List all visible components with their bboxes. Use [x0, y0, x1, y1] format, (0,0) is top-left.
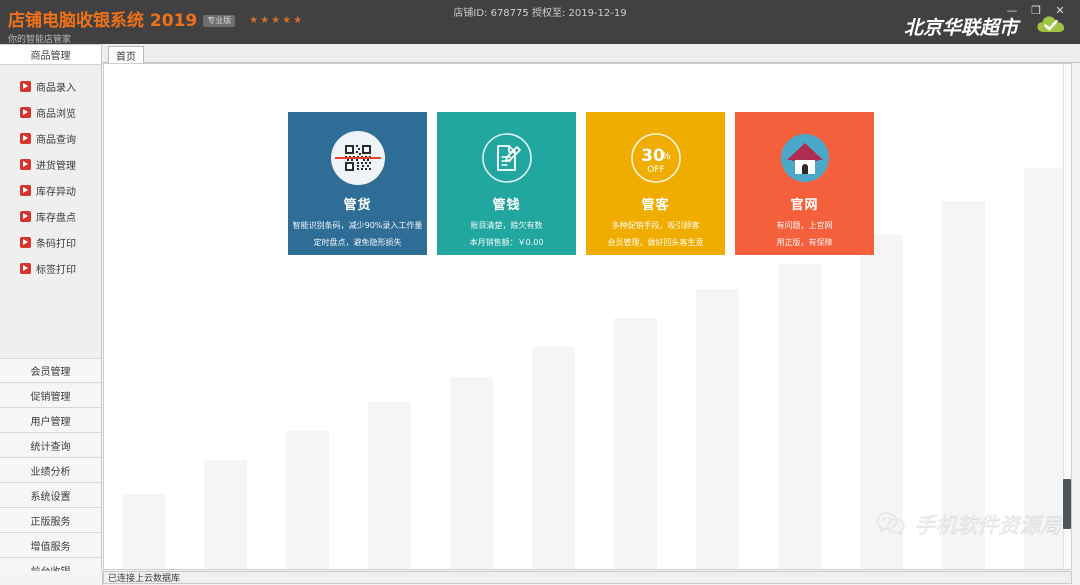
svg-text:OFF: OFF: [647, 165, 664, 175]
card-manage-money[interactable]: 管钱 账目清楚，赊欠有数 本月销售额：￥0.00: [437, 112, 576, 255]
red-arrow-icon: [20, 158, 31, 170]
card-desc-line2: 本月销售额：￥0.00: [469, 238, 544, 247]
sidebar-item-product-entry[interactable]: 商品录入: [0, 73, 101, 99]
status-bar: 已连接上云数据库: [103, 571, 1072, 584]
red-arrow-icon: [20, 132, 31, 144]
card-manage-goods[interactable]: 管货 智能识别条码，减少90%录入工作量 定时盘点，避免隐形损失: [288, 112, 427, 255]
chart-bar: [696, 289, 739, 569]
sidebar-group-body: 商品录入 商品浏览 商品查询 进货管理 库存异动 库存盘点 条码打印 标签打印: [0, 65, 101, 358]
sidebar: 商品管理 商品录入 商品浏览 商品查询 进货管理 库存异动 库存盘点 条码打印 …: [0, 44, 102, 585]
minimize-button[interactable]: —: [1000, 2, 1024, 18]
card-desc-line1: 多种促销手段，吸引顾客: [611, 221, 700, 230]
red-arrow-icon: [20, 210, 31, 222]
card-title: 管钱: [492, 198, 521, 213]
sidebar-item-label: 商品查询: [36, 134, 76, 146]
card-desc-line1: 智能识别条码，减少90%录入工作量: [292, 221, 423, 230]
sidebar-item-label: 商品浏览: [36, 108, 76, 120]
application-window: 店铺电脑收银系统 2019 专业版 ★★★★★ 你的智能店管家 店铺ID: 67…: [0, 0, 1080, 585]
sidebar-item-label: 商品录入: [36, 82, 76, 94]
sidebar-item-promotion-management[interactable]: 促销管理: [0, 383, 101, 408]
card-title: 管客: [641, 198, 670, 213]
sidebar-item-product-search[interactable]: 商品查询: [0, 125, 101, 151]
card-desc-line1: 有问题，上官网: [776, 221, 833, 230]
sidebar-nav-buttons: 会员管理 促销管理 用户管理 统计查询 业绩分析 系统设置 正版服务 增值服务 …: [0, 358, 101, 583]
chart-bar: [122, 494, 165, 569]
sidebar-item-value-added-service[interactable]: 增值服务: [0, 533, 101, 558]
sidebar-item-label-print[interactable]: 标签打印: [0, 255, 101, 281]
card-official-website[interactable]: 官网 有问题，上官网 用正版，有保障: [735, 112, 874, 255]
discount-30-off-icon: 30 % OFF: [628, 130, 684, 186]
sidebar-item-stock-count[interactable]: 库存盘点: [0, 203, 101, 229]
sidebar-item-label: 库存盘点: [36, 212, 76, 224]
card-desc-line2: 用正版，有保障: [776, 238, 833, 247]
red-arrow-icon: [20, 236, 31, 248]
sidebar-item-performance-analysis[interactable]: 业绩分析: [0, 458, 101, 483]
status-bar-corner: [0, 571, 103, 585]
qrcode-scan-icon: [330, 130, 386, 186]
home-house-icon: [777, 130, 833, 186]
sidebar-item-system-settings[interactable]: 系统设置: [0, 483, 101, 508]
vertical-scrollbar[interactable]: [1063, 64, 1071, 569]
card-desc-line2: 会员管理，做好回头客生意: [607, 238, 704, 247]
card-title: 管货: [343, 198, 372, 213]
status-bar-text: 已连接上云数据库: [108, 574, 181, 584]
tab-home[interactable]: 首页: [108, 46, 144, 63]
document-pen-icon: [479, 130, 535, 186]
sidebar-item-member-management[interactable]: 会员管理: [0, 358, 101, 383]
window-controls: — ❐ ✕: [1000, 2, 1072, 18]
main-content: 管货 智能识别条码，减少90%录入工作量 定时盘点，避免隐形损失 管钱 账目清楚…: [103, 63, 1072, 570]
chart-bar: [614, 318, 657, 569]
red-arrow-icon: [20, 262, 31, 274]
close-button[interactable]: ✕: [1048, 2, 1072, 18]
sidebar-item-product-browse[interactable]: 商品浏览: [0, 99, 101, 125]
sidebar-item-label: 库存异动: [36, 186, 76, 198]
chart-bar: [942, 201, 985, 569]
sidebar-item-label: 条码打印: [36, 238, 76, 250]
card-manage-customers[interactable]: 30 % OFF 管客 多种促销手段，吸引顾客 会员管理，做好回头客生意: [586, 112, 725, 255]
chart-bar: [532, 347, 575, 569]
red-arrow-icon: [20, 106, 31, 118]
scrollbar-thumb[interactable]: [1063, 479, 1071, 529]
maximize-button[interactable]: ❐: [1024, 2, 1048, 18]
card-desc-line2: 定时盘点，避免隐形损失: [313, 238, 402, 247]
sidebar-item-barcode-print[interactable]: 条码打印: [0, 229, 101, 255]
chart-bar: [368, 402, 411, 569]
sidebar-item-label: 进货管理: [36, 160, 76, 172]
sidebar-group-header[interactable]: 商品管理: [0, 44, 101, 65]
red-arrow-icon: [20, 80, 31, 92]
feature-cards: 管货 智能识别条码，减少90%录入工作量 定时盘点，避免隐形损失 管钱 账目清楚…: [288, 112, 874, 255]
sidebar-item-user-management[interactable]: 用户管理: [0, 408, 101, 433]
card-title: 官网: [790, 198, 819, 213]
chart-bar: [204, 460, 247, 569]
chart-bar: [1024, 168, 1067, 569]
chart-bar: [450, 377, 493, 569]
title-bar: 店铺电脑收银系统 2019 专业版 ★★★★★ 你的智能店管家 店铺ID: 67…: [0, 0, 1080, 45]
card-desc-line1: 账目清楚，赊欠有数: [470, 221, 543, 230]
sidebar-item-stock-change[interactable]: 库存异动: [0, 177, 101, 203]
svg-text:%: %: [661, 151, 671, 162]
chart-bar: [286, 431, 329, 569]
sidebar-item-purchase-management[interactable]: 进货管理: [0, 151, 101, 177]
sidebar-item-label: 标签打印: [36, 264, 76, 276]
chart-bar: [778, 264, 821, 569]
chart-bar: [860, 235, 903, 569]
sidebar-item-genuine-service[interactable]: 正版服务: [0, 508, 101, 533]
tab-strip: 首页: [102, 44, 1080, 63]
red-arrow-icon: [20, 184, 31, 196]
sidebar-item-statistics-query[interactable]: 统计查询: [0, 433, 101, 458]
